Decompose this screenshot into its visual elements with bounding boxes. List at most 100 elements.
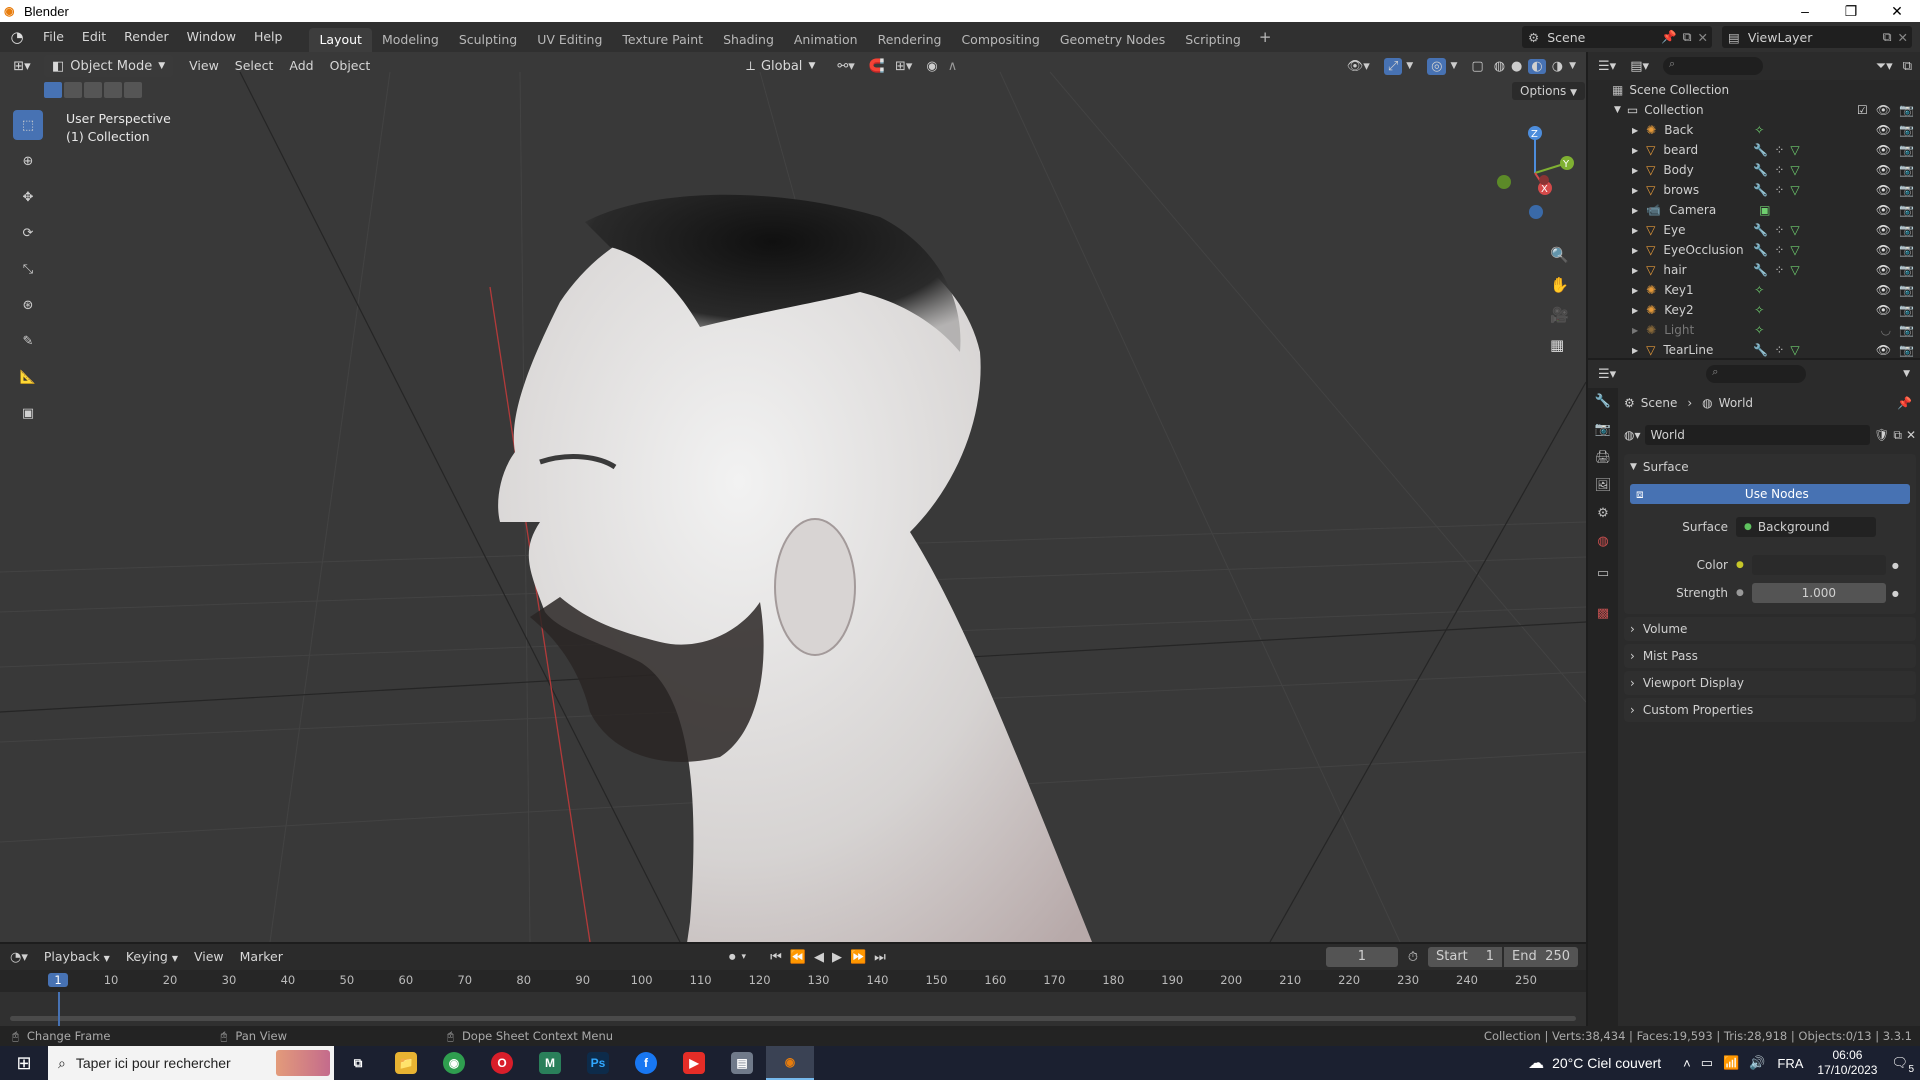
transform-tool[interactable]: ⊛ [13, 290, 43, 320]
mesh-data-icon[interactable]: ▽ [1790, 183, 1799, 197]
modifier-wrench-icon[interactable]: 🔧 [1753, 223, 1768, 237]
render-camera-icon[interactable]: 📷 [1899, 343, 1914, 357]
menu-help[interactable]: Help [245, 22, 292, 52]
tab-layout[interactable]: Layout [309, 28, 372, 52]
new-scene-icon[interactable]: ⧉ [1683, 29, 1692, 45]
expand-arrow-icon[interactable]: ▶ [1632, 246, 1638, 255]
filter-icon[interactable]: ⏷▾ [1876, 59, 1893, 74]
particles-icon[interactable]: ⁘ [1774, 143, 1784, 157]
menu-render[interactable]: Render [115, 22, 178, 52]
render-camera-icon[interactable]: 📷 [1899, 263, 1914, 277]
menu-file[interactable]: File [34, 22, 73, 52]
ortho-grid-icon[interactable]: ▦ [1550, 336, 1569, 366]
outliner-item[interactable]: ▶ ✺ Key1 ✧ 👁 📷 [1588, 280, 1920, 300]
viewport-menu-select[interactable]: Select [227, 52, 282, 80]
outliner-search-input[interactable]: ⌕ [1663, 57, 1763, 75]
output-tab-icon[interactable]: 🖨 [1595, 450, 1612, 478]
unlink-icon[interactable]: ✕ [1906, 428, 1916, 442]
overlay-toggle-icon[interactable]: ◎ [1427, 57, 1447, 75]
clock[interactable]: 06:06 17/10/2023 [1817, 1048, 1877, 1078]
delete-scene-icon[interactable]: ✕ [1698, 30, 1708, 45]
properties-search-input[interactable]: ⌕ [1706, 365, 1807, 383]
frame-tick[interactable]: 70 [451, 973, 479, 987]
render-tab-icon[interactable]: 📷 [1595, 422, 1611, 450]
keying-menu-icon[interactable]: ▾ [742, 952, 747, 962]
select-subtract-icon[interactable] [84, 82, 102, 98]
modifier-wrench-icon[interactable]: 🔧 [1753, 143, 1768, 157]
gizmo-neg-x[interactable] [1539, 175, 1549, 185]
timeline-menu-keying[interactable]: Keying ▼ [118, 944, 186, 970]
render-camera-icon[interactable]: 📷 [1899, 103, 1914, 117]
visibility-eye-icon[interactable]: 👁 [1876, 103, 1891, 117]
tab-uv-editing[interactable]: UV Editing [527, 28, 612, 52]
frame-tick[interactable]: 220 [1335, 973, 1363, 987]
outliner-item[interactable]: ▶ ▽ Eye 🔧 ⁘ ▽ 👁 📷 [1588, 220, 1920, 240]
particles-icon[interactable]: ⁘ [1774, 243, 1784, 257]
render-camera-icon[interactable]: 📷 [1899, 223, 1914, 237]
frame-tick[interactable]: 40 [274, 973, 302, 987]
outliner-item[interactable]: ▶ ▽ Body 🔧 ⁘ ▽ 👁 📷 [1588, 160, 1920, 180]
visibility-eye-icon[interactable]: 👁 [1876, 283, 1891, 297]
timeline-menu-playback[interactable]: Playback ▼ [36, 944, 118, 970]
outliner-item[interactable]: ▶ ▽ hair 🔧 ⁘ ▽ 👁 📷 [1588, 260, 1920, 280]
frame-tick[interactable]: 250 [1512, 973, 1540, 987]
gizmo-toggle-icon[interactable]: ⤢ [1383, 57, 1403, 75]
world-browse-icon[interactable]: ◍▾ [1624, 428, 1641, 442]
expand-arrow-icon[interactable]: ▶ [1632, 326, 1638, 335]
render-camera-icon[interactable]: 📷 [1899, 183, 1914, 197]
tray-app-icon[interactable]: ▭ [1701, 1055, 1713, 1071]
modifier-wrench-icon[interactable]: 🔧 [1753, 243, 1768, 257]
shading-menu-icon[interactable]: ▼ [1569, 61, 1576, 71]
scale-tool[interactable]: ⤡ [13, 254, 43, 284]
tool-tab-icon[interactable]: 🔧 [1595, 394, 1611, 422]
jump-start-button[interactable]: ⏮ [770, 950, 782, 965]
mesh-data-icon[interactable]: ▽ [1790, 343, 1799, 357]
weather-label[interactable]: 20°C Ciel couvert [1552, 1055, 1661, 1071]
camera-view-icon[interactable]: 🎥 [1550, 306, 1569, 336]
keyframe-dot-icon[interactable]: ● [1892, 561, 1899, 570]
tab-scripting[interactable]: Scripting [1175, 28, 1251, 52]
frame-tick[interactable]: 210 [1276, 973, 1304, 987]
add-cube-tool[interactable]: ▣ [13, 398, 43, 428]
tab-geometry-nodes[interactable]: Geometry Nodes [1050, 28, 1175, 52]
hidden-eye-icon[interactable]: ◡ [1881, 323, 1891, 337]
collection-row[interactable]: ▼ ▭ Collection ☑ 👁 📷 [1588, 100, 1920, 120]
expand-arrow-icon[interactable]: ▶ [1632, 286, 1638, 295]
color-swatch[interactable] [1751, 555, 1886, 575]
minimize-button[interactable]: – [1782, 3, 1828, 19]
light-data-icon[interactable]: ✧ [1754, 303, 1764, 317]
visibility-eye-icon[interactable]: 👁 [1876, 183, 1891, 197]
scene-collection-row[interactable]: ▦ Scene Collection [1588, 80, 1920, 100]
view-layer-tab-icon[interactable]: 🖼 [1595, 478, 1612, 506]
frame-tick[interactable]: 230 [1394, 973, 1422, 987]
tab-animation[interactable]: Animation [784, 28, 868, 52]
viewport-scene[interactable] [0, 52, 1586, 942]
render-camera-icon[interactable]: 📷 [1899, 323, 1914, 337]
render-camera-icon[interactable]: 📷 [1899, 243, 1914, 257]
frame-tick[interactable]: 180 [1099, 973, 1127, 987]
frame-tick[interactable]: 20 [156, 973, 184, 987]
mesh-data-icon[interactable]: ▽ [1790, 163, 1799, 177]
camera-data-icon[interactable]: ▣ [1759, 203, 1770, 217]
expand-arrow-icon[interactable]: ▶ [1632, 126, 1638, 135]
frame-tick[interactable]: 120 [746, 973, 774, 987]
falloff-icon[interactable]: ∧ [948, 59, 958, 74]
tab-shading[interactable]: Shading [713, 28, 784, 52]
youtube-icon[interactable]: ▶ [670, 1046, 718, 1080]
pan-hand-icon[interactable]: ✋ [1550, 276, 1569, 306]
viewport-menu-view[interactable]: View [181, 52, 227, 80]
select-invert-icon[interactable] [104, 82, 122, 98]
frame-tick[interactable]: 90 [569, 973, 597, 987]
blender-taskbar-icon[interactable]: ◉ [766, 1046, 814, 1080]
file-explorer-icon[interactable]: 📁 [382, 1046, 430, 1080]
gizmo-neg-y[interactable] [1497, 175, 1511, 189]
tab-texture-paint[interactable]: Texture Paint [612, 28, 713, 52]
tab-sculpting[interactable]: Sculpting [449, 28, 527, 52]
collection-tab-icon[interactable]: ▭ [1597, 566, 1609, 606]
head-model[interactable] [498, 194, 1100, 942]
facebook-icon[interactable]: f [622, 1046, 670, 1080]
visibility-eye-icon[interactable]: 👁 [1876, 243, 1891, 257]
visibility-eye-icon[interactable]: 👁 [1876, 143, 1891, 157]
new-viewlayer-icon[interactable]: ⧉ [1883, 29, 1892, 45]
tab-rendering[interactable]: Rendering [868, 28, 952, 52]
